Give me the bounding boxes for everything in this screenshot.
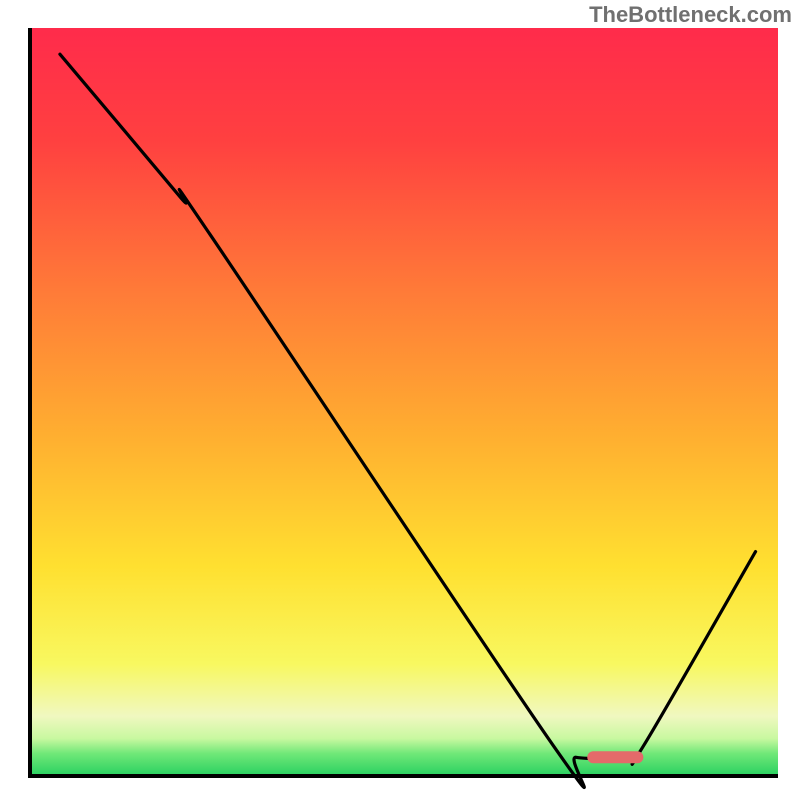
watermark-text: TheBottleneck.com — [589, 2, 792, 28]
sweet-spot-marker — [587, 751, 643, 763]
bottleneck-chart — [0, 0, 800, 800]
gradient-background — [30, 28, 778, 776]
chart-container: TheBottleneck.com — [0, 0, 800, 800]
